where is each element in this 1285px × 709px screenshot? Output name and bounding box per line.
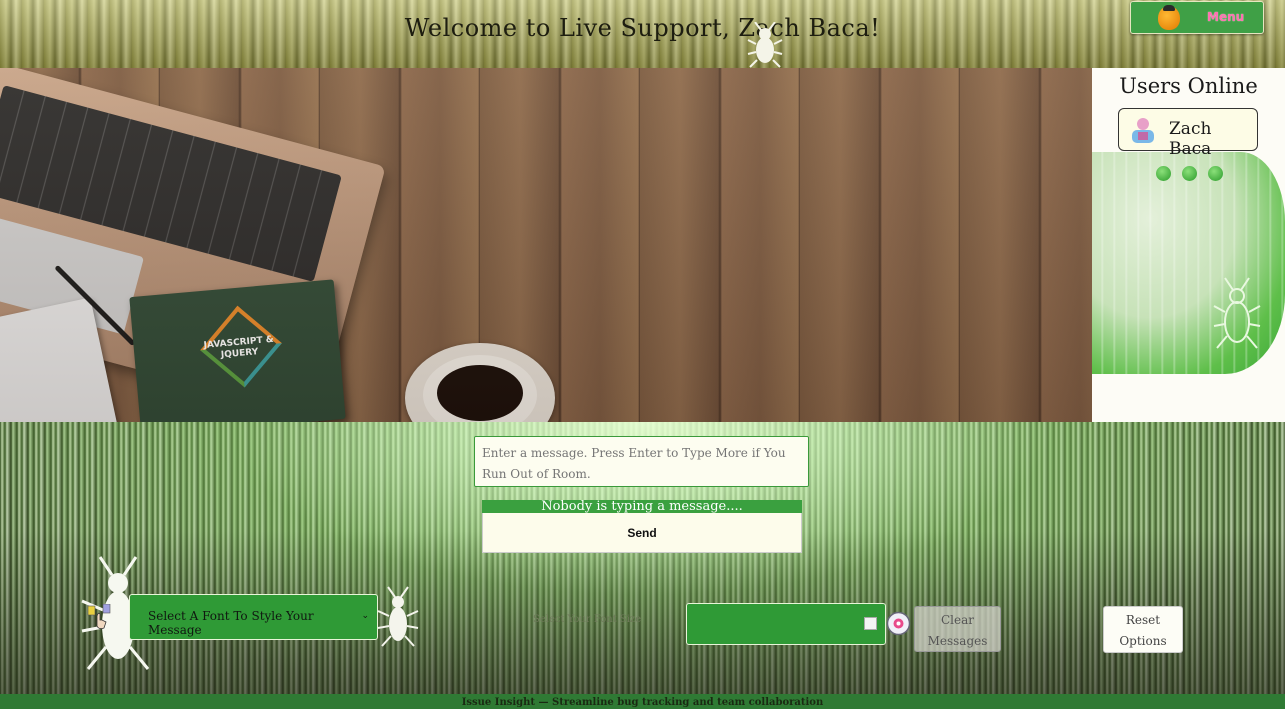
typing-dot-icon (1182, 166, 1197, 181)
message-input[interactable] (474, 436, 809, 487)
coffee-cup-illustration (405, 343, 555, 422)
clear-messages-button[interactable]: Clear Messages (914, 606, 1001, 652)
bug-icon (747, 22, 783, 68)
book-illustration: JAVASCRIPT & JQUERY (129, 279, 346, 422)
reset-options-button[interactable]: Reset Options (1103, 606, 1183, 653)
menu-label: Menu (1207, 10, 1245, 24)
bug-icon (1213, 277, 1261, 349)
laptop-trackpad (0, 213, 145, 335)
font-select-value: Select A Font To Style Your Message (148, 609, 314, 637)
typing-dot-icon (1208, 166, 1223, 181)
font-select[interactable]: Select A Font To Style Your Message ⌄ (129, 594, 378, 640)
book-logo (200, 305, 282, 388)
laptop-keyboard (0, 85, 342, 282)
users-online-panel: Users Online Zach Baca (1092, 68, 1285, 422)
hero-image: JAVASCRIPT & JQUERY (0, 68, 1092, 422)
online-user-card[interactable]: Zach Baca (1118, 108, 1258, 159)
hand-pointer-icon (87, 604, 111, 630)
chevron-down-icon: ⌄ (361, 611, 369, 621)
laptop-illustration (0, 68, 386, 418)
notebook-illustration (0, 297, 118, 422)
typing-status: Nobody is typing a message.... (482, 500, 802, 513)
acorn-icon (1158, 5, 1180, 30)
online-user-name: Zach Baca (1169, 119, 1212, 159)
font-size-select[interactable] (686, 603, 886, 645)
font-size-label: Select Your Font Size (533, 614, 642, 625)
footer-tagline: Issue Insight — Streamline bug tracking … (0, 694, 1285, 709)
pen-illustration (54, 264, 136, 347)
person-avatar-icon (1132, 118, 1154, 143)
color-palette-icon[interactable] (885, 610, 912, 637)
send-button[interactable]: Send (482, 513, 802, 553)
users-online-title: Users Online (1119, 74, 1258, 98)
page-title: Welcome to Live Support, Zach Baca! (404, 14, 881, 42)
select-toggle-icon (864, 617, 877, 630)
menu-button[interactable]: Menu (1130, 1, 1264, 34)
bug-icon (377, 586, 419, 647)
typing-dot-icon (1156, 166, 1171, 181)
book-title: JAVASCRIPT & JQUERY (203, 334, 275, 361)
